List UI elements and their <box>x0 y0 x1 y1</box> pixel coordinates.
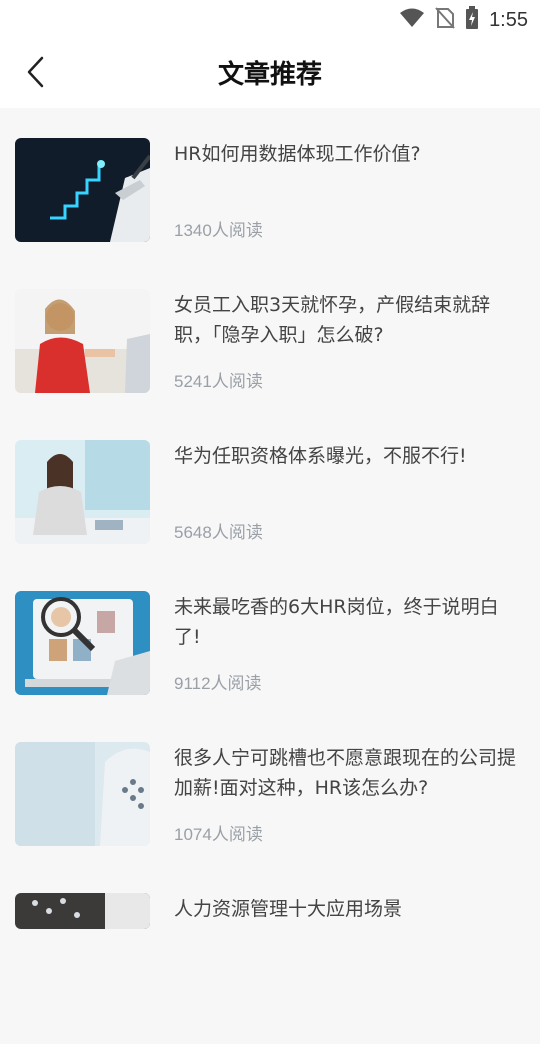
article-thumbnail <box>15 893 150 929</box>
article-thumbnail <box>15 289 150 393</box>
article-title: 华为任职资格体系曝光，不服不行! <box>174 445 467 467</box>
article-item[interactable]: 华为任职资格体系曝光，不服不行! 5648人阅读 <box>0 440 540 591</box>
article-thumbnail <box>15 440 150 544</box>
read-count: 9112人阅读 <box>174 674 262 693</box>
read-count: 5648人阅读 <box>174 523 263 542</box>
wifi-icon <box>399 8 425 32</box>
article-title: 很多人宁可跳槽也不愿意跟现在的公司提加薪!面对这种，HR该怎么办? <box>174 747 517 799</box>
no-sim-icon <box>435 7 455 33</box>
chevron-left-icon <box>27 56 44 88</box>
article-thumbnail <box>15 138 150 242</box>
article-item[interactable]: 人力资源管理十大应用场景 <box>0 893 540 1044</box>
article-title: 人力资源管理十大应用场景 <box>174 898 403 920</box>
read-count: 1340人阅读 <box>174 221 263 240</box>
article-item[interactable]: 很多人宁可跳槽也不愿意跟现在的公司提加薪!面对这种，HR该怎么办? 1074人阅… <box>0 742 540 893</box>
article-title: 未来最吃香的6大HR岗位，终于说明白了! <box>174 596 499 648</box>
article-item[interactable]: HR如何用数据体现工作价值? 1340人阅读 <box>0 138 540 289</box>
read-count: 1074人阅读 <box>174 825 263 844</box>
article-item[interactable]: 女员工入职3天就怀孕，产假结束就辞职，「隐孕入职」怎么破? 5241人阅读 <box>0 289 540 440</box>
page-title: 文章推荐 <box>217 58 322 89</box>
status-bar: 1:55 <box>0 0 540 36</box>
article-title: HR如何用数据体现工作价值? <box>174 143 421 165</box>
article-title: 女员工入职3天就怀孕，产假结束就辞职，「隐孕入职」怎么破? <box>174 294 491 346</box>
article-thumbnail <box>15 591 150 695</box>
article-thumbnail <box>15 742 150 846</box>
article-item[interactable]: 未来最吃香的6大HR岗位，终于说明白了! 9112人阅读 <box>0 591 540 742</box>
back-button[interactable] <box>22 54 58 90</box>
status-time: 1:55 <box>489 8 528 31</box>
article-list: HR如何用数据体现工作价值? 1340人阅读 女员工入职3天就怀孕，产假结束就辞… <box>0 108 540 1044</box>
app-header: 文章推荐 <box>0 36 540 108</box>
battery-charging-icon <box>465 6 479 34</box>
read-count: 5241人阅读 <box>174 372 263 391</box>
